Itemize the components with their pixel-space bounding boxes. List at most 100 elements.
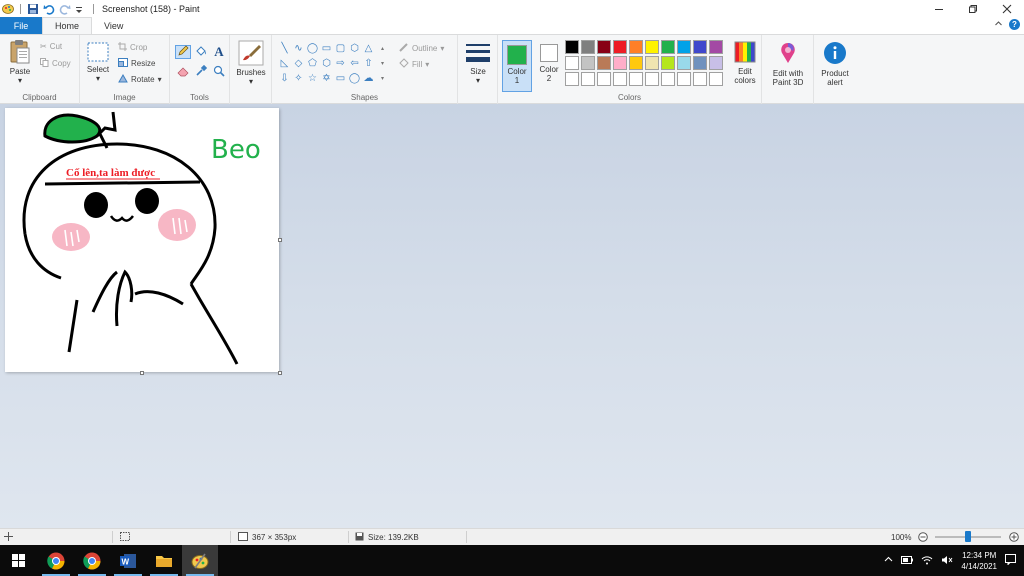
fill-tool[interactable] <box>193 45 209 59</box>
callout-cloud-shape-icon[interactable]: ☁ <box>362 71 375 86</box>
up-arrow-shape-icon[interactable]: ⇧ <box>362 56 375 71</box>
palette-custom-color-1[interactable] <box>565 72 579 86</box>
taskbar-chrome-2[interactable] <box>74 545 110 576</box>
palette-custom-color-4[interactable] <box>613 72 627 86</box>
rounded-rectangle-shape-icon[interactable]: ▢ <box>334 41 347 56</box>
rectangle-shape-icon[interactable]: ▭ <box>320 41 333 56</box>
palette-color-2-9[interactable] <box>693 56 707 70</box>
taskbar-paint[interactable] <box>182 545 218 576</box>
drawing-canvas[interactable]: Cố lên,ta làm được Beo <box>5 108 279 372</box>
down-arrow-shape-icon[interactable]: ⇩ <box>278 71 291 86</box>
paint-app-icon[interactable] <box>2 3 14 15</box>
diamond-shape-icon[interactable]: ◇ <box>292 56 305 71</box>
left-arrow-shape-icon[interactable]: ⇦ <box>348 56 361 71</box>
redo-icon[interactable] <box>59 3 71 15</box>
taskbar-chrome-1[interactable] <box>38 545 74 576</box>
scroll-down-icon[interactable]: ▾ <box>376 56 389 71</box>
edit-with-paint3d-button[interactable]: Edit with Paint 3D <box>766 41 810 87</box>
zoom-out-button[interactable] <box>918 529 928 545</box>
palette-color-2-8[interactable] <box>677 56 691 70</box>
product-alert-button[interactable]: Product alert <box>816 41 854 87</box>
color-picker-tool[interactable] <box>193 64 209 79</box>
palette-color-2-7[interactable] <box>661 56 675 70</box>
save-icon[interactable] <box>27 3 39 15</box>
size-button[interactable]: Size ▾ <box>464 41 492 85</box>
triangle-shape-icon[interactable]: △ <box>362 41 375 56</box>
customize-toolbar-icon[interactable] <box>75 3 87 15</box>
palette-color-1-2[interactable] <box>581 40 595 54</box>
taskbar-file-explorer[interactable] <box>146 545 182 576</box>
zoom-slider-thumb[interactable] <box>965 531 971 542</box>
palette-color-1-6[interactable] <box>645 40 659 54</box>
hexagon-shape-icon[interactable]: ⬡ <box>320 56 333 71</box>
callout-oval-shape-icon[interactable]: ◯ <box>348 71 361 86</box>
palette-color-2-4[interactable] <box>613 56 627 70</box>
wifi-icon[interactable] <box>921 555 933 567</box>
palette-custom-color-10[interactable] <box>709 72 723 86</box>
palette-custom-color-3[interactable] <box>597 72 611 86</box>
color1-button[interactable]: Color 1 <box>502 40 532 92</box>
cut-button[interactable]: ✂ Cut <box>40 42 62 51</box>
tab-view[interactable]: View <box>92 17 135 34</box>
palette-color-1-7[interactable] <box>661 40 675 54</box>
tab-file[interactable]: File <box>0 17 42 34</box>
outline-button[interactable]: Outline ▾ <box>399 42 444 54</box>
brushes-button[interactable]: Brushes ▾ <box>234 40 268 86</box>
resize-handle-right[interactable] <box>278 238 282 242</box>
callout-rect-shape-icon[interactable]: ▭ <box>334 71 347 86</box>
palette-custom-color-9[interactable] <box>693 72 707 86</box>
palette-color-2-6[interactable] <box>645 56 659 70</box>
resize-handle-corner[interactable] <box>278 371 282 375</box>
palette-color-1-10[interactable] <box>709 40 723 54</box>
clock[interactable]: 12:34 PM 4/14/2021 <box>961 550 997 572</box>
palette-custom-color-2[interactable] <box>581 72 595 86</box>
palette-color-1-1[interactable] <box>565 40 579 54</box>
chevron-up-icon[interactable] <box>884 555 893 566</box>
pencil-tool[interactable] <box>175 45 191 59</box>
palette-custom-color-7[interactable] <box>661 72 675 86</box>
magnifier-tool[interactable] <box>211 65 227 79</box>
palette-custom-color-6[interactable] <box>645 72 659 86</box>
palette-custom-color-5[interactable] <box>629 72 643 86</box>
right-triangle-shape-icon[interactable]: ◺ <box>278 56 291 71</box>
paste-button[interactable]: Paste ▾ <box>6 39 34 85</box>
restore-button[interactable] <box>956 0 990 17</box>
palette-color-1-8[interactable] <box>677 40 691 54</box>
palette-color-2-2[interactable] <box>581 56 595 70</box>
palette-custom-color-8[interactable] <box>677 72 691 86</box>
five-point-star-shape-icon[interactable]: ☆ <box>306 71 319 86</box>
line-shape-icon[interactable]: ╲ <box>278 41 291 56</box>
close-button[interactable] <box>990 0 1024 17</box>
palette-color-1-5[interactable] <box>629 40 643 54</box>
start-button[interactable] <box>0 545 36 576</box>
edit-colors-button[interactable]: Edit colors <box>730 41 760 85</box>
rotate-button[interactable]: Rotate ▾ <box>118 73 162 85</box>
help-icon[interactable]: ? <box>1009 19 1020 30</box>
eraser-tool[interactable] <box>175 65 191 79</box>
six-point-star-shape-icon[interactable]: ✡ <box>320 71 333 86</box>
palette-color-1-9[interactable] <box>693 40 707 54</box>
select-button[interactable]: Select ▾ <box>84 41 112 83</box>
palette-color-2-3[interactable] <box>597 56 611 70</box>
resize-handle-bottom[interactable] <box>140 371 144 375</box>
curve-shape-icon[interactable]: ∿ <box>292 41 305 56</box>
fill-button[interactable]: Fill ▾ <box>399 58 429 70</box>
oval-shape-icon[interactable]: ◯ <box>306 41 319 56</box>
tab-home[interactable]: Home <box>42 17 93 34</box>
undo-icon[interactable] <box>43 3 55 15</box>
minimize-button[interactable] <box>922 0 956 17</box>
palette-color-1-3[interactable] <box>597 40 611 54</box>
scroll-up-icon[interactable]: ▴ <box>376 41 389 56</box>
volume-muted-icon[interactable] <box>941 555 953 567</box>
copy-button[interactable]: Copy <box>40 58 71 69</box>
zoom-in-button[interactable] <box>1009 529 1019 545</box>
palette-color-2-5[interactable] <box>629 56 643 70</box>
right-arrow-shape-icon[interactable]: ⇨ <box>334 56 347 71</box>
four-point-star-shape-icon[interactable]: ✧ <box>292 71 305 86</box>
notifications-icon[interactable] <box>1005 554 1016 567</box>
taskbar-word[interactable]: W <box>110 545 146 576</box>
palette-color-2-1[interactable] <box>565 56 579 70</box>
crop-button[interactable]: Crop <box>118 42 147 53</box>
polygon-shape-icon[interactable]: ⬡ <box>348 41 361 56</box>
resize-button[interactable]: Resize <box>118 58 155 69</box>
